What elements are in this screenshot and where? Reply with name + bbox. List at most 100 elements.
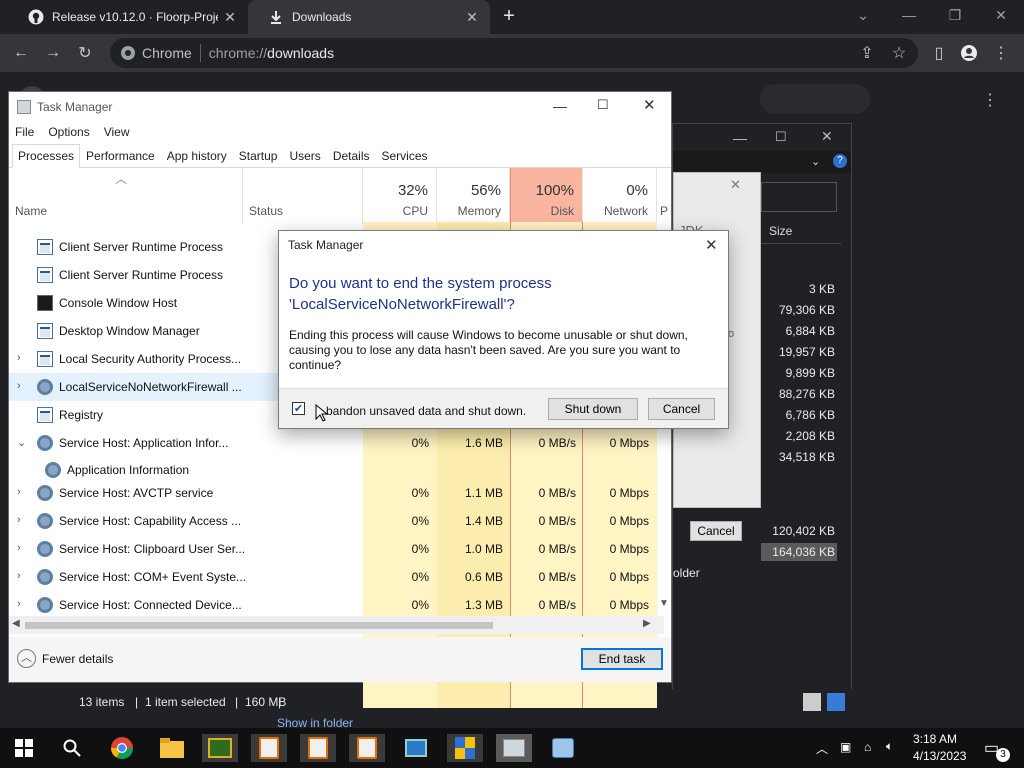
share-icon[interactable]: ⇪ [856,42,878,64]
tab-users[interactable]: Users [283,145,326,167]
restore-button[interactable]: ❐ [932,0,978,30]
details-view-icon[interactable] [803,693,821,711]
column-status[interactable]: Status [243,168,363,224]
column-memory[interactable]: 56% Memory [437,168,510,224]
bookmark-star-icon[interactable]: ☆ [888,42,910,64]
memory-value: 1.3 MB [464,598,503,612]
profile-icon[interactable] [958,42,980,64]
process-row[interactable]: › Service Host: Clipboard User Ser... 0% 1.… [9,535,664,563]
minimize-icon[interactable]: — [733,130,747,146]
back-arrow-icon[interactable]: ← [10,42,32,64]
tab-release[interactable]: Release v10.12.0 · Floorp-Projec ✕ [8,0,248,34]
search-icon[interactable] [54,734,90,762]
horizontal-scrollbar[interactable]: ◀ ▶ [9,616,664,634]
menu-options[interactable]: Options [48,125,89,139]
column-disk[interactable]: 100% Disk [510,168,583,224]
abandon-data-checkbox[interactable]: ✔ [292,402,305,415]
terminal-app-icon[interactable] [202,734,238,762]
expand-chevron-right-icon[interactable]: › [17,352,21,364]
process-row[interactable]: ⌄ Service Host: Application Infor... 0% 1.6… [9,429,664,457]
menu-kebab-icon[interactable]: ⋮ [990,42,1012,64]
memory-value: 1.1 MB [464,486,503,500]
close-icon[interactable]: ✕ [730,177,741,193]
windows-start-icon[interactable] [6,734,42,762]
scroll-right-icon[interactable]: ▶ [643,618,651,629]
downloads-menu-icon[interactable]: ⋮ [982,90,998,110]
maximize-icon[interactable]: ☐ [597,97,609,113]
close-icon[interactable]: ✕ [643,96,656,114]
scrollbar-thumb[interactable] [25,622,493,629]
tab-processes[interactable]: Processes [12,144,81,168]
new-tab-button[interactable]: + [498,6,520,28]
close-icon[interactable]: ✕ [705,236,718,254]
expand-chevron-right-icon[interactable]: › [17,570,21,582]
minimize-icon[interactable]: — [553,98,567,114]
expand-chevron-right-icon[interactable]: › [17,542,21,554]
side-panel-icon[interactable]: ▯ [928,42,950,64]
shut-down-button[interactable]: Shut down [548,398,638,420]
downloads-search-box[interactable] [760,84,870,114]
end-task-button[interactable]: End task [581,648,663,670]
path-field[interactable] [761,182,837,212]
tab-search-icon[interactable]: ⌄ [840,0,886,30]
close-window-button[interactable]: ✕ [978,0,1024,30]
column-network[interactable]: 0% Network [583,168,657,224]
expand-chevron-right-icon[interactable]: › [17,514,21,526]
process-row[interactable]: › Service Host: AVCTP service 0% 1.1 MB 0 MB… [9,479,664,507]
network-value: 0 Mbps [609,542,649,556]
process-name: Service Host: Capability Access ... [59,514,242,528]
tab-downloads[interactable]: Downloads ✕ [248,0,490,34]
tab-services[interactable]: Services [376,145,434,167]
tab-details[interactable]: Details [327,145,376,167]
tray-chevron-up-icon[interactable]: ︿ [816,740,828,757]
address-bar[interactable]: Chrome chrome:// downloads [110,38,918,68]
column-name[interactable]: ︿ Name [9,168,243,224]
scroll-down-icon[interactable]: ▼ [659,598,669,609]
column-cpu[interactable]: 32% CPU [363,168,437,224]
close-icon[interactable]: ✕ [821,128,833,145]
maximize-icon[interactable]: ☐ [775,129,787,145]
close-icon[interactable]: ✕ [460,9,484,26]
java-icon[interactable] [300,734,336,762]
tab-performance[interactable]: Performance [80,145,161,167]
remote-desktop-icon[interactable] [398,734,434,762]
scroll-left-icon[interactable]: ◀ [12,618,20,629]
task-manager-taskbar-icon[interactable] [496,734,532,762]
shield-icon[interactable] [447,734,483,762]
size-column-header[interactable]: Size [761,218,841,244]
chevron-down-icon[interactable]: ⌄ [811,155,820,168]
size-cell: 3 KB [808,282,835,296]
network-icon[interactable]: ⌂ [864,740,871,754]
menu-file[interactable]: File [15,125,34,139]
column-power[interactable]: P [660,204,668,218]
minimize-button[interactable]: — [886,0,932,30]
volume-icon[interactable]: 🔈︎ [886,739,893,754]
cancel-button[interactable]: Cancel [690,521,742,541]
help-icon[interactable]: ? [833,154,847,168]
tab-app-history[interactable]: App history [161,145,233,167]
java-icon[interactable] [251,734,287,762]
chevron-up-icon[interactable]: ︿ [17,649,36,668]
expand-chevron-right-icon[interactable]: › [17,598,21,610]
display-icon[interactable]: ▣ [840,740,851,754]
close-icon[interactable]: ✕ [218,9,242,26]
forward-arrow-icon[interactable]: → [42,42,64,64]
control-panel-icon[interactable] [545,734,581,762]
chrome-taskbar-icon[interactable] [104,734,140,762]
large-icons-view-icon[interactable] [827,693,845,711]
file-explorer-icon[interactable] [154,734,190,762]
process-row[interactable]: › Service Host: COM+ Event Syste... 0% 0.6 … [9,563,664,591]
expand-chevron-right-icon[interactable]: › [17,380,21,392]
java-icon[interactable] [349,734,385,762]
expand-chevron-right-icon[interactable]: › [17,486,21,498]
cancel-button[interactable]: Cancel [648,398,715,420]
fewer-details-link[interactable]: Fewer details [42,652,113,666]
collapse-chevron-down-icon[interactable]: ⌄ [17,436,26,449]
menu-view[interactable]: View [104,125,130,139]
process-row[interactable]: › Service Host: Capability Access ... 0% 1.… [9,507,664,535]
clock-time[interactable]: 3:18 AM [913,732,957,746]
clock-date[interactable]: 4/13/2023 [913,749,966,763]
reload-icon[interactable]: ↻ [74,42,96,64]
tab-startup[interactable]: Startup [233,145,284,167]
process-row[interactable]: › Service Host: Connected Device... 0% 1.3 … [9,591,664,619]
